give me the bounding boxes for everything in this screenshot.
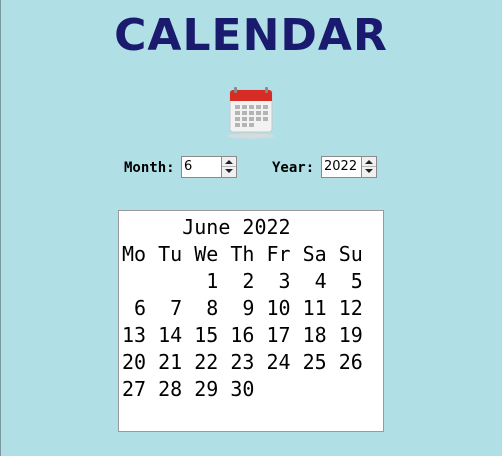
window-left-edge [0, 0, 1, 456]
year-decrement-button[interactable] [362, 167, 376, 177]
calendar-week-row: 1 2 3 4 5 [122, 269, 363, 293]
year-spinbox[interactable]: 2022 [321, 156, 377, 178]
calendar-week-row: 20 21 22 23 24 25 26 [122, 350, 363, 374]
month-value[interactable]: 6 [184, 159, 192, 175]
calendar-display[interactable]: June 2022 Mo Tu We Th Fr Sa Su 1 2 3 4 5… [118, 210, 384, 432]
date-controls: Month: 6 Year: 2022 [0, 156, 502, 180]
calendar-icon [227, 87, 275, 139]
year-label: Year: [272, 160, 315, 176]
calendar-month-header: June 2022 [122, 215, 291, 239]
calendar-week-row: 6 7 8 9 10 11 12 [122, 296, 363, 320]
page-title: CALENDAR [114, 10, 388, 61]
year-increment-button[interactable] [362, 157, 376, 167]
calendar-week-row: 13 14 15 16 17 18 19 [122, 323, 363, 347]
month-label: Month: [124, 160, 175, 176]
month-spinbox[interactable]: 6 [181, 156, 237, 178]
month-increment-button[interactable] [222, 157, 236, 167]
month-decrement-button[interactable] [222, 167, 236, 177]
year-spin-buttons [361, 157, 376, 177]
calendar-week-row: 27 28 29 30 [122, 377, 255, 401]
calendar-weekday-row: Mo Tu We Th Fr Sa Su [122, 242, 363, 266]
year-value[interactable]: 2022 [324, 159, 357, 175]
calendar-text: June 2022 Mo Tu We Th Fr Sa Su 1 2 3 4 5… [119, 211, 383, 403]
month-spin-buttons [221, 157, 236, 177]
